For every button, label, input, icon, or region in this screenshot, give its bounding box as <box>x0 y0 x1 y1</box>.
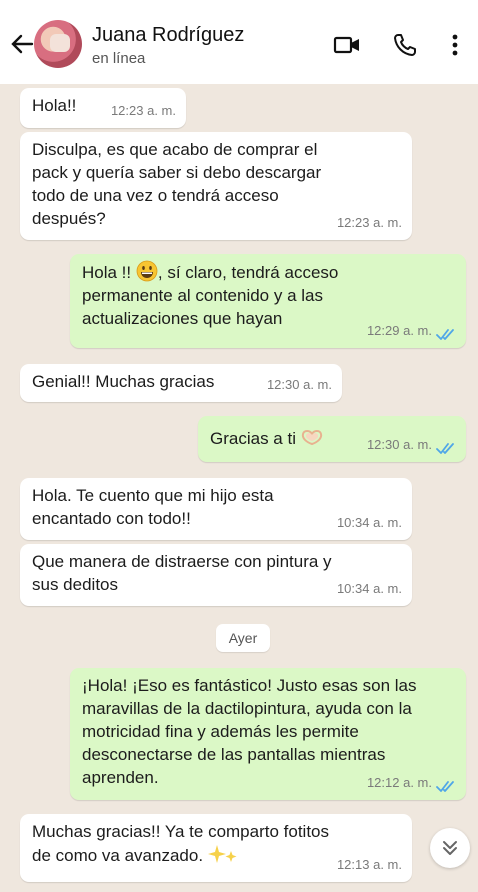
heart-hands-emoji <box>301 430 322 446</box>
message-text: Hola !! <box>82 263 132 282</box>
message-bubble-incoming[interactable]: Hola. Te cuento que mi hijo esta encanta… <box>20 478 412 540</box>
message-bubble-incoming[interactable]: Hola!! 12:23 a. m. <box>20 88 186 128</box>
message-bubble-incoming[interactable]: Genial!! Muchas gracias 12:30 a. m. <box>20 364 342 402</box>
message-time: 12:30 a. m. <box>366 437 432 452</box>
sparkles-emoji <box>207 845 237 863</box>
message-bubble-incoming[interactable]: Disculpa, es que acabo de comprar el pac… <box>20 132 412 240</box>
message-bubble-outgoing[interactable]: Gracias a ti 12:30 a. m. <box>198 416 466 462</box>
chat-header: Juana Rodríguez en línea <box>0 0 478 84</box>
message-bubble-outgoing[interactable]: Hola !! , sí claro, tendrá acceso perman… <box>70 254 466 348</box>
message-text: Hola!! <box>32 96 77 115</box>
avatar[interactable] <box>34 20 82 68</box>
scroll-to-bottom-button[interactable] <box>430 828 470 868</box>
contact-status: en línea <box>92 50 146 67</box>
message-bubble-incoming[interactable]: Que manera de distraerse con pintura y s… <box>20 544 412 606</box>
message-time: 12:23 a. m. <box>336 215 402 230</box>
video-call-icon[interactable] <box>332 30 362 60</box>
read-receipt-icon <box>436 781 454 792</box>
contact-name[interactable]: Juana Rodríguez <box>92 24 244 47</box>
message-time: 12:13 a. m. <box>336 857 402 872</box>
message-time: 12:30 a. m. <box>266 377 332 392</box>
message-time: 12:12 a. m. <box>366 775 432 790</box>
read-receipt-icon <box>436 329 454 340</box>
grinning-face-emoji <box>136 260 158 282</box>
double-chevron-down-icon <box>443 841 457 855</box>
message-text: Gracias a ti <box>210 429 296 448</box>
message-text: Que manera de distraerse con pintura y s… <box>32 552 332 594</box>
message-text: Muchas gracias!! Ya te comparto fotitos … <box>32 822 330 865</box>
message-text: Hola. Te cuento que mi hijo esta encanta… <box>32 486 274 528</box>
message-time: 12:23 a. m. <box>110 103 176 118</box>
message-time: 12:29 a. m. <box>366 323 432 338</box>
message-time: 10:34 a. m. <box>336 515 402 530</box>
message-bubble-incoming[interactable]: Muchas gracias!! Ya te comparto fotitos … <box>20 814 412 882</box>
message-text: Disculpa, es que acabo de comprar el pac… <box>32 140 322 228</box>
more-options-icon[interactable] <box>440 30 470 60</box>
message-time: 10:34 a. m. <box>336 581 402 596</box>
back-arrow-icon[interactable] <box>8 30 36 58</box>
message-bubble-outgoing[interactable]: ¡Hola! ¡Eso es fantástico! Justo esas so… <box>70 668 466 800</box>
read-receipt-icon <box>436 443 454 454</box>
date-separator: Ayer <box>216 624 270 652</box>
message-text: Genial!! Muchas gracias <box>32 372 215 391</box>
phone-icon[interactable] <box>390 30 420 60</box>
